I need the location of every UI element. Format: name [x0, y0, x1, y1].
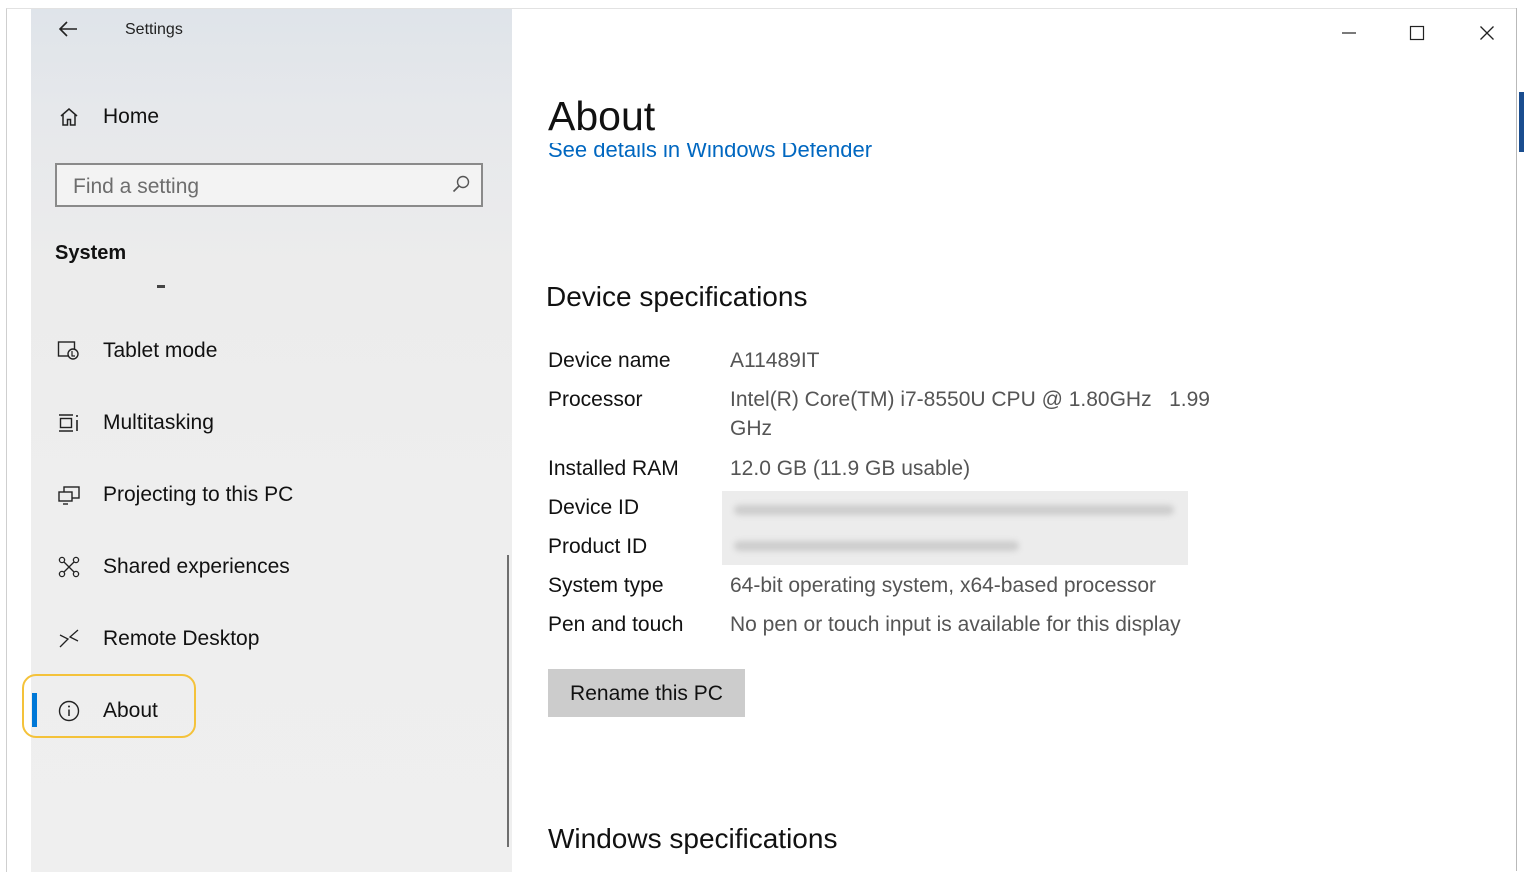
- spec-value: 12.0 GB (11.9 GB usable): [730, 457, 971, 480]
- defender-link-text: See details in Windows Defender: [548, 143, 873, 161]
- search-placeholder: Find a setting: [73, 175, 200, 198]
- minimize-button[interactable]: [1334, 19, 1364, 47]
- sidebar-item-about[interactable]: About: [31, 691, 507, 731]
- spec-label: Processor: [548, 388, 643, 411]
- search-icon[interactable]: [451, 174, 471, 199]
- multitasking-icon: [55, 409, 83, 437]
- sidebar-item-label: Multitasking: [103, 411, 214, 434]
- page-title: About: [548, 93, 656, 139]
- background-accent-bar: [1519, 92, 1524, 152]
- sidebar-item-label: Shared experiences: [103, 555, 290, 578]
- sidebar-section-title: System: [55, 242, 127, 264]
- sidebar-item-projecting[interactable]: Projecting to this PC: [31, 475, 507, 515]
- projecting-icon: [55, 481, 83, 509]
- spec-label: System type: [548, 574, 664, 597]
- sidebar: Settings Home Find a setting System Tabl…: [22, 9, 512, 872]
- redacted-product-id: [734, 541, 1019, 551]
- main-content: About See details in Windows Defender De…: [512, 9, 1517, 872]
- spec-value: Intel(R) Core(TM) i7-8550U CPU @ 1.80GHz…: [730, 388, 1210, 411]
- sidebar-item-label: Projecting to this PC: [103, 483, 294, 506]
- device-specs-heading: Device specifications: [546, 281, 808, 312]
- spec-label: Installed RAM: [548, 457, 679, 480]
- remote-desktop-icon: [55, 625, 83, 653]
- spec-label: Device name: [548, 349, 671, 372]
- shared-experiences-icon: [55, 553, 83, 581]
- defender-link[interactable]: See details in Windows Defender: [548, 143, 948, 161]
- sidebar-item-label: About: [103, 699, 158, 722]
- sidebar-item-tablet-mode[interactable]: Tablet mode: [31, 331, 507, 371]
- tablet-mode-icon: [55, 337, 83, 365]
- spec-label: Pen and touch: [548, 613, 684, 636]
- window-left-border: [7, 9, 31, 872]
- background-window-edge: [1516, 8, 1533, 871]
- spec-label: Product ID: [548, 535, 648, 558]
- sidebar-item-label: Remote Desktop: [103, 627, 260, 650]
- info-icon: [55, 697, 83, 725]
- nav-home-label: Home: [103, 105, 160, 128]
- search-input[interactable]: Find a setting: [55, 163, 483, 207]
- sidebar-item-multitasking[interactable]: Multitasking: [31, 403, 507, 443]
- window-title: Settings: [125, 21, 183, 38]
- back-arrow-icon[interactable]: [57, 19, 79, 43]
- windows-specs-heading: Windows specifications: [548, 823, 838, 854]
- sidebar-scrollbar[interactable]: [507, 555, 509, 847]
- sidebar-item-remote-desktop[interactable]: Remote Desktop: [31, 619, 507, 659]
- spec-value-continued: GHz: [730, 417, 772, 440]
- spec-value: A11489IT: [730, 349, 820, 372]
- sidebar-item-label: Tablet mode: [103, 339, 218, 362]
- settings-window: Settings Home Find a setting System Tabl…: [6, 8, 1517, 872]
- close-button[interactable]: [1472, 19, 1502, 47]
- redacted-device-id: [734, 505, 1174, 515]
- spec-value: 64-bit operating system, x64-based proce…: [730, 574, 1157, 597]
- sidebar-item-shared-experiences[interactable]: Shared experiences: [31, 547, 507, 587]
- spec-label: Device ID: [548, 496, 640, 519]
- clipped-nav-item: [157, 285, 165, 288]
- redacted-ids: [722, 491, 1188, 565]
- rename-pc-button[interactable]: Rename this PC: [548, 669, 745, 717]
- home-icon: [55, 103, 83, 131]
- nav-home[interactable]: Home: [31, 97, 507, 137]
- spec-value: No pen or touch input is available for t…: [730, 613, 1181, 636]
- maximize-button[interactable]: [1402, 19, 1432, 47]
